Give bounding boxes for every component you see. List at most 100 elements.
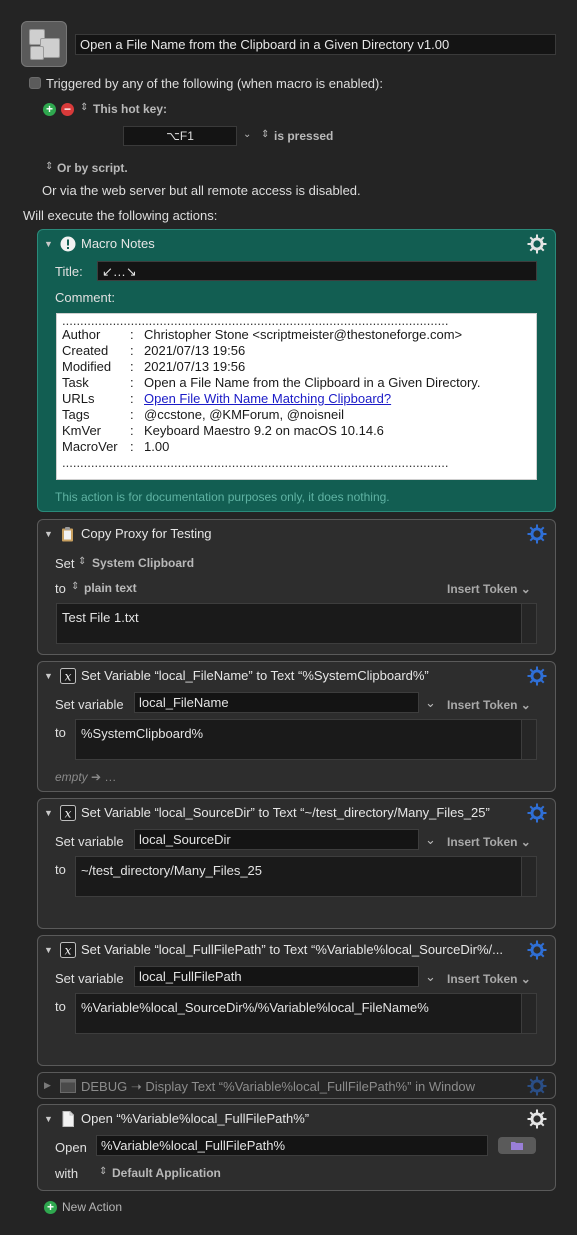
clipboard-text: Test File 1.txt xyxy=(62,610,139,625)
new-action-button[interactable]: New Action xyxy=(62,1200,122,1214)
trigger-checkbox[interactable] xyxy=(29,77,41,89)
new-action-plus-icon[interactable]: + xyxy=(44,1201,57,1214)
notes-separator: ........................................… xyxy=(62,317,449,327)
macro-icon[interactable] xyxy=(21,21,67,67)
insert-token-button[interactable]: Insert Token ⌄ xyxy=(447,582,531,596)
notes-title-label: Title: xyxy=(55,264,83,279)
with-label: with xyxy=(55,1166,79,1181)
notes-title-field[interactable]: ↙…↘ xyxy=(97,261,537,281)
updown-chevron-icon[interactable]: ⇕ xyxy=(45,161,53,172)
action-title: DEBUG ➝ Display Text “%Variable%local_Fu… xyxy=(81,1079,476,1094)
disclosure-triangle-icon[interactable]: ▼ xyxy=(44,529,53,539)
svg-text:x: x xyxy=(65,944,72,958)
notes-row-author: Author: Christopher Stone <scriptmeister@… xyxy=(62,327,463,342)
insert-token-button[interactable]: Insert Token ⌄ xyxy=(447,835,531,849)
web-server-label: Or via the web server but all remote acc… xyxy=(42,183,361,198)
to-label: to xyxy=(55,581,66,596)
notes-exclamation-icon xyxy=(60,236,76,252)
notes-row-tags: Tags: @ccstone, @KMForum, @noisneil xyxy=(62,407,344,422)
hotkey-state-label[interactable]: is pressed xyxy=(274,129,333,143)
hotkey-field[interactable]: ⌥F1 xyxy=(123,126,237,146)
action-title: Set Variable “local_FileName” to Text “%… xyxy=(81,668,429,683)
notes-row-created: Created:2021/07/13 19:56 xyxy=(62,343,246,358)
scrollbar[interactable] xyxy=(521,994,536,1033)
insert-token-button[interactable]: Insert Token ⌄ xyxy=(447,972,531,986)
variable-text-area[interactable]: %SystemClipboard% xyxy=(75,719,537,760)
format-selector[interactable]: plain text xyxy=(84,581,137,595)
to-label: to xyxy=(55,999,66,1014)
variable-x-icon: x xyxy=(60,668,76,684)
clipboard-selector[interactable]: System Clipboard xyxy=(92,556,194,570)
action-title: Set Variable “local_FullFilePath” to Tex… xyxy=(81,942,503,957)
debug-action[interactable]: ▶ DEBUG ➝ Display Text “%Variable%local_… xyxy=(37,1072,556,1099)
variable-x-icon: x xyxy=(60,805,76,821)
set-variable-label: Set variable xyxy=(55,697,124,712)
forum-link[interactable]: Open File With Name Matching Clipboard? xyxy=(144,391,391,406)
to-label: to xyxy=(55,725,66,740)
disclosure-triangle-icon[interactable]: ▼ xyxy=(44,945,53,955)
notes-separator: ........................................… xyxy=(62,459,449,469)
scrollbar[interactable] xyxy=(521,720,536,759)
clipboard-text-area[interactable]: Test File 1.txt xyxy=(56,603,537,644)
empty-branch[interactable]: empty ➔ … xyxy=(55,770,116,784)
application-selector[interactable]: Default Application xyxy=(112,1166,221,1180)
triggered-label: Triggered by any of the following (when … xyxy=(46,76,383,91)
action-title: Set Variable “local_SourceDir” to Text “… xyxy=(81,805,490,820)
remove-trigger-icon[interactable]: − xyxy=(61,103,74,116)
variable-text-area[interactable]: ~/test_directory/Many_Files_25 xyxy=(75,856,537,897)
choose-file-button[interactable] xyxy=(498,1137,536,1154)
variable-text-area[interactable]: %Variable%local_SourceDir%/%Variable%loc… xyxy=(75,993,537,1034)
will-execute-label: Will execute the following actions: xyxy=(23,208,218,223)
notes-comment-body[interactable]: ........................................… xyxy=(56,313,537,480)
svg-text:x: x xyxy=(65,670,72,684)
to-label: to xyxy=(55,862,66,877)
chevron-down-icon[interactable]: ⌄ xyxy=(243,129,251,140)
variable-name-field[interactable]: local_SourceDir xyxy=(134,829,419,850)
svg-text:x: x xyxy=(65,807,72,821)
gear-icon[interactable] xyxy=(527,803,547,823)
scrollbar[interactable] xyxy=(521,857,536,896)
notes-row-modified: Modified:2021/07/13 19:56 xyxy=(62,359,246,374)
open-path-field[interactable]: %Variable%local_FullFilePath% xyxy=(96,1135,488,1156)
disclosure-triangle-icon[interactable]: ▼ xyxy=(44,671,53,681)
variable-name-field[interactable]: local_FileName xyxy=(134,692,419,713)
or-by-script-label[interactable]: Or by script. xyxy=(57,161,128,175)
disclosure-triangle-icon[interactable]: ▼ xyxy=(44,808,53,818)
gear-icon[interactable] xyxy=(527,666,547,686)
gear-icon[interactable] xyxy=(527,940,547,960)
disclosure-triangle-icon[interactable]: ▼ xyxy=(44,1114,53,1124)
updown-chevron-icon[interactable]: ⇕ xyxy=(99,1166,107,1177)
chevron-down-icon[interactable]: ⌄ xyxy=(425,832,436,848)
notes-row-urls: URLs: Open File With Name Matching Clipbo… xyxy=(62,391,392,406)
variable-name-field[interactable]: local_FullFilePath xyxy=(134,966,419,987)
hotkey-trigger-label[interactable]: This hot key: xyxy=(93,102,167,116)
set-label: Set xyxy=(55,556,75,571)
updown-chevron-icon[interactable]: ⇕ xyxy=(71,581,79,592)
variable-text: %Variable%local_SourceDir%/%Variable%loc… xyxy=(81,1000,429,1015)
gear-icon[interactable] xyxy=(527,234,547,254)
gear-icon[interactable] xyxy=(527,1076,547,1096)
insert-token-button[interactable]: Insert Token ⌄ xyxy=(447,698,531,712)
clipboard-icon xyxy=(62,527,73,542)
scrollbar[interactable] xyxy=(521,604,536,643)
notes-row-kmver: KmVer: Keyboard Maestro 9.2 on macOS 10.1… xyxy=(62,423,384,438)
chevron-down-icon[interactable]: ⌄ xyxy=(425,695,436,711)
variable-text: %SystemClipboard% xyxy=(81,726,204,741)
chevron-down-icon[interactable]: ⌄ xyxy=(425,969,436,985)
disclosure-triangle-icon[interactable]: ▼ xyxy=(44,239,53,249)
macro-name-field[interactable]: Open a File Name from the Clipboard in a… xyxy=(75,34,556,55)
updown-chevron-icon[interactable]: ⇕ xyxy=(78,556,86,567)
updown-chevron-icon[interactable]: ⇕ xyxy=(261,129,269,140)
notes-comment-label: Comment: xyxy=(55,290,115,305)
variable-x-icon: x xyxy=(60,942,76,958)
gear-icon[interactable] xyxy=(527,1109,547,1129)
notes-row-task: Task: Open a File Name from the Clipboard… xyxy=(62,375,481,390)
disclosure-triangle-icon[interactable]: ▶ xyxy=(44,1080,51,1091)
action-title: Copy Proxy for Testing xyxy=(81,526,212,541)
macro-icon-square xyxy=(30,46,44,60)
updown-chevron-icon[interactable]: ⇕ xyxy=(80,102,88,113)
add-trigger-icon[interactable]: + xyxy=(43,103,56,116)
gear-icon[interactable] xyxy=(527,524,547,544)
set-variable-label: Set variable xyxy=(55,971,124,986)
window-icon xyxy=(60,1079,76,1093)
